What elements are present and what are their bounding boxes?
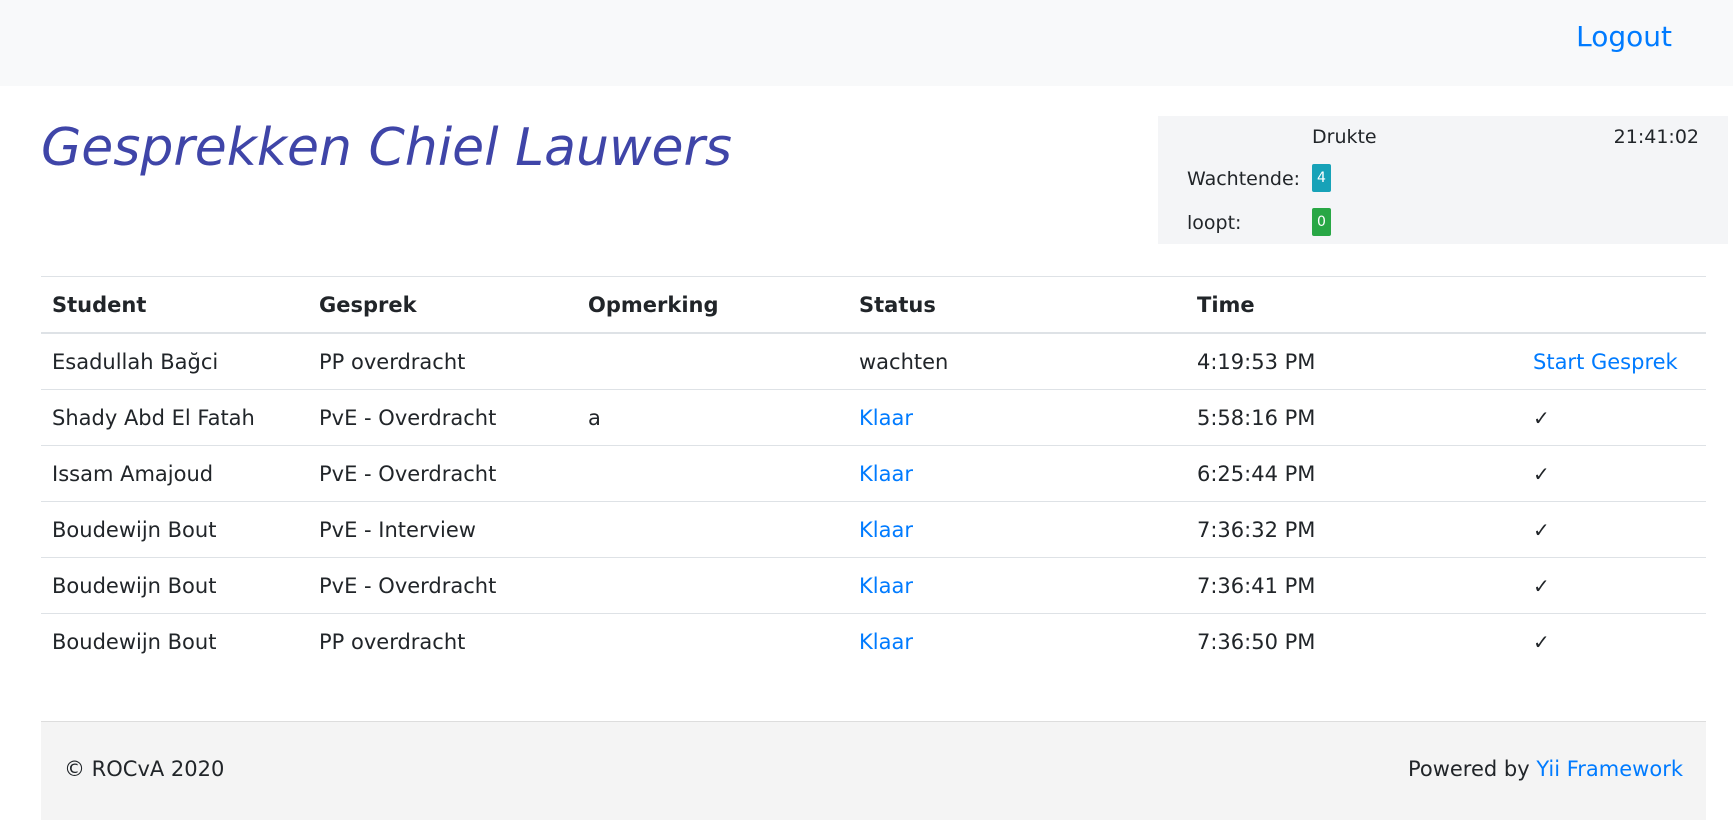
checkmark-icon: ✓: [1522, 389, 1706, 446]
cell-opmerking: [577, 332, 848, 390]
wachtende-badge: 4: [1312, 164, 1331, 192]
cell-opmerking: a: [577, 389, 848, 446]
powered-by: Powered by Yii Framework: [1408, 757, 1683, 781]
page-title: Gesprekken Chiel Lauwers: [41, 118, 732, 178]
header-opmerking: Opmerking: [577, 276, 848, 334]
cell-status: Klaar: [848, 445, 1186, 502]
cell-gesprek: PP overdracht: [308, 332, 577, 390]
cell-student: Issam Amajoud: [41, 445, 308, 502]
cell-status: Klaar: [848, 613, 1186, 669]
cell-status: Klaar: [848, 501, 1186, 558]
checkmark-icon: ✓: [1522, 445, 1706, 502]
status-klaar-link[interactable]: Klaar: [859, 518, 913, 542]
cell-opmerking: [577, 445, 848, 502]
logout-link[interactable]: Logout: [1576, 20, 1672, 53]
cell-student: Boudewijn Bout: [41, 557, 308, 614]
cell-time: 6:25:44 PM: [1186, 445, 1522, 502]
footer: © ROCvA 2020 Powered by Yii Framework: [41, 721, 1706, 820]
table-row: Boudewijn Bout PvE - Interview Klaar 7:3…: [41, 501, 1706, 558]
cell-action: Start Gesprek: [1522, 332, 1706, 390]
cell-opmerking: [577, 613, 848, 669]
header-student: Student: [41, 276, 308, 334]
cell-student: Esadullah Bağci: [41, 332, 308, 390]
table-row: Boudewijn Bout PvE - Overdracht Klaar 7:…: [41, 557, 1706, 614]
top-navbar: Logout: [0, 0, 1733, 86]
checkmark-icon: ✓: [1522, 501, 1706, 558]
drukte-title: Drukte: [1312, 126, 1377, 148]
header-status: Status: [848, 276, 1186, 334]
checkmark-icon: ✓: [1522, 613, 1706, 669]
wachtende-label: Wachtende:: [1187, 168, 1301, 190]
table-row: Shady Abd El Fatah PvE - Overdracht a Kl…: [41, 389, 1706, 446]
cell-student: Shady Abd El Fatah: [41, 389, 308, 446]
cell-opmerking: [577, 557, 848, 614]
cell-gesprek: PP overdracht: [308, 613, 577, 669]
header-time: Time: [1186, 276, 1522, 334]
cell-status: Klaar: [848, 557, 1186, 614]
gesprekken-table-container: Student Gesprek Opmerking Status Time Es…: [41, 276, 1706, 669]
cell-student: Boudewijn Bout: [41, 613, 308, 669]
header-action: [1522, 276, 1706, 334]
cell-time: 7:36:32 PM: [1186, 501, 1522, 558]
header-gesprek: Gesprek: [308, 276, 577, 334]
cell-student: Boudewijn Bout: [41, 501, 308, 558]
cell-opmerking: [577, 501, 848, 558]
cell-gesprek: PvE - Overdracht: [308, 557, 577, 614]
cell-time: 7:36:50 PM: [1186, 613, 1522, 669]
gesprekken-table: Student Gesprek Opmerking Status Time Es…: [41, 276, 1706, 669]
table-row: Esadullah Bağci PP overdracht wachten 4:…: [41, 332, 1706, 390]
status-klaar-link[interactable]: Klaar: [859, 630, 913, 654]
copyright-text: © ROCvA 2020: [64, 757, 225, 781]
cell-time: 7:36:41 PM: [1186, 557, 1522, 614]
cell-gesprek: PvE - Interview: [308, 501, 577, 558]
cell-status: Klaar: [848, 389, 1186, 446]
cell-time: 4:19:53 PM: [1186, 332, 1522, 390]
status-klaar-link[interactable]: Klaar: [859, 406, 913, 430]
cell-gesprek: PvE - Overdracht: [308, 389, 577, 446]
table-header-row: Student Gesprek Opmerking Status Time: [41, 276, 1706, 334]
yii-framework-link[interactable]: Yii Framework: [1536, 757, 1683, 781]
status-klaar-link[interactable]: Klaar: [859, 462, 913, 486]
cell-gesprek: PvE - Overdracht: [308, 445, 577, 502]
cell-status: wachten: [848, 332, 1186, 390]
table-row: Issam Amajoud PvE - Overdracht Klaar 6:2…: [41, 445, 1706, 502]
clock: 21:41:02: [1613, 126, 1699, 148]
table-row: Boudewijn Bout PP overdracht Klaar 7:36:…: [41, 613, 1706, 669]
cell-time: 5:58:16 PM: [1186, 389, 1522, 446]
drukte-panel: Drukte 21:41:02 Wachtende: 4 loopt: 0: [1158, 116, 1728, 244]
powered-by-text: Powered by: [1407, 757, 1537, 781]
status-klaar-link[interactable]: Klaar: [859, 574, 913, 598]
loopt-badge: 0: [1312, 208, 1331, 236]
loopt-label: loopt:: [1187, 212, 1242, 234]
checkmark-icon: ✓: [1522, 557, 1706, 614]
start-gesprek-link[interactable]: Start Gesprek: [1533, 350, 1678, 374]
